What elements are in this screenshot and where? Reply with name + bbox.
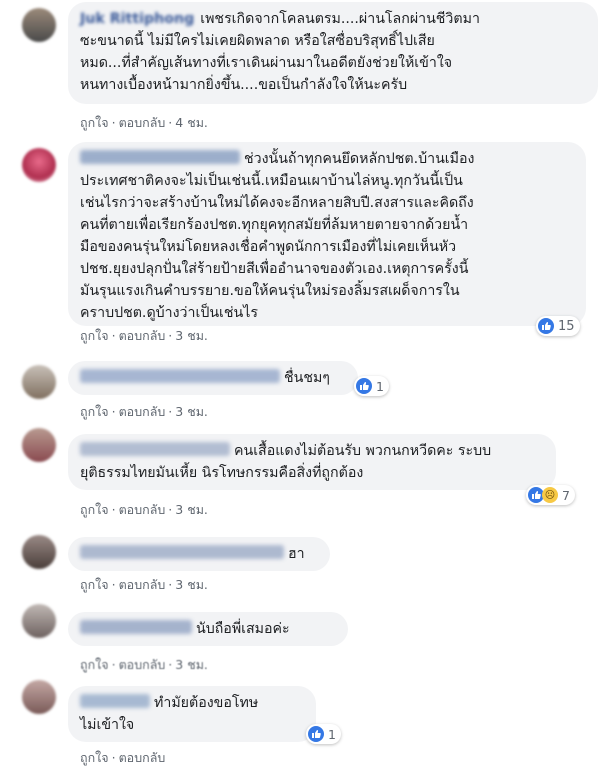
avatar[interactable] bbox=[22, 428, 56, 462]
comment-text: ฮา bbox=[288, 546, 305, 562]
reaction-count: 1 bbox=[376, 378, 384, 394]
avatar[interactable] bbox=[22, 604, 56, 638]
avatar[interactable] bbox=[22, 8, 56, 42]
like-link[interactable]: ถูกใจ bbox=[80, 577, 109, 592]
comment-bubble: คนเสื้อแดงไม่ต้อนรับ พวกนกหวีดคะ ระบบ ยุ… bbox=[68, 434, 556, 490]
comment-bubble: ทำมัยต้องขอโทษ ไม่เข้าใจ bbox=[68, 686, 316, 742]
reaction-count: 15 bbox=[558, 318, 575, 334]
comment-author[interactable] bbox=[80, 694, 150, 708]
comment-actions: ถูกใจ · ตอบกลับ · 4 ชม. bbox=[80, 115, 208, 130]
comment-text: ชื่นชมๆ bbox=[284, 370, 330, 386]
comment-time[interactable]: 3 ชม. bbox=[175, 404, 208, 419]
comment-time[interactable]: 3 ชม. bbox=[175, 577, 208, 592]
comment-time[interactable]: 4 ชม. bbox=[175, 115, 208, 130]
reply-link[interactable]: ตอบกลับ bbox=[119, 115, 166, 130]
comment-bubble: ฮา bbox=[68, 537, 330, 571]
reply-link[interactable]: ตอบกลับ bbox=[119, 577, 166, 592]
like-link[interactable]: ถูกใจ bbox=[80, 328, 109, 343]
comment-time[interactable]: 3 ชม. bbox=[175, 328, 208, 343]
comment-actions: ถูกใจ · ตอบกลับ · 3 ชม. bbox=[80, 404, 208, 419]
comment-time[interactable]: 3 ชม. bbox=[175, 502, 208, 517]
reaction-count: 1 bbox=[328, 726, 336, 742]
reply-link[interactable]: ตอบกลับ bbox=[119, 502, 166, 517]
comment-text: ช่วงนั้นถ้าทุกคนยึดหลักปชต.บ้านเมือง ประ… bbox=[80, 151, 475, 321]
comment-author[interactable] bbox=[80, 620, 192, 634]
comment-bubble: ชื่นชมๆ bbox=[68, 361, 358, 395]
reaction-count: 7 bbox=[562, 487, 570, 503]
like-icon bbox=[538, 318, 554, 334]
comment-actions: ถูกใจ · ตอบกลับ · 3 ชม. bbox=[80, 657, 208, 672]
comment-author[interactable] bbox=[80, 369, 280, 383]
comment-text: นับถือพี่เสมอค่ะ bbox=[196, 621, 290, 637]
reaction-summary[interactable]: ☹ 7 bbox=[526, 485, 575, 505]
comment-bubble: Juk Rittiphong เพชรเกิดจากโคลนตรม....ผ่าน… bbox=[68, 2, 598, 104]
comment-bubble: นับถือพี่เสมอค่ะ bbox=[68, 612, 348, 646]
reply-link[interactable]: ตอบกลับ bbox=[119, 328, 166, 343]
comment-bubble: ช่วงนั้นถ้าทุกคนยึดหลักปชต.บ้านเมือง ประ… bbox=[68, 142, 586, 326]
comment-author[interactable] bbox=[80, 150, 240, 164]
reaction-summary[interactable]: 1 bbox=[354, 376, 389, 396]
comment-actions: ถูกใจ · ตอบกลับ · 3 ชม. bbox=[80, 328, 208, 343]
comment-author[interactable] bbox=[80, 442, 230, 456]
like-link[interactable]: ถูกใจ bbox=[80, 115, 109, 130]
like-icon bbox=[356, 378, 372, 394]
like-link[interactable]: ถูกใจ bbox=[80, 404, 109, 419]
avatar[interactable] bbox=[22, 148, 56, 182]
like-link[interactable]: ถูกใจ bbox=[80, 502, 109, 517]
avatar[interactable] bbox=[22, 535, 56, 569]
comment-author[interactable]: Juk Rittiphong bbox=[80, 11, 194, 27]
reply-link[interactable]: ตอบกลับ bbox=[119, 404, 166, 419]
reaction-summary[interactable]: 15 bbox=[536, 316, 580, 336]
avatar[interactable] bbox=[22, 365, 56, 399]
sad-icon: ☹ bbox=[542, 487, 558, 503]
like-link[interactable]: ถูกใจ bbox=[80, 657, 109, 672]
like-icon bbox=[308, 726, 324, 742]
like-link[interactable]: ถูกใจ bbox=[80, 750, 109, 765]
reaction-summary[interactable]: 1 bbox=[306, 724, 341, 744]
comment-actions: ถูกใจ · ตอบกลับ bbox=[80, 750, 166, 765]
comment-time[interactable]: 3 ชม. bbox=[175, 657, 208, 672]
reply-link[interactable]: ตอบกลับ bbox=[119, 657, 166, 672]
comment-actions: ถูกใจ · ตอบกลับ · 3 ชม. bbox=[80, 502, 208, 517]
comment-actions: ถูกใจ · ตอบกลับ · 3 ชม. bbox=[80, 577, 208, 592]
comment-author[interactable] bbox=[80, 545, 284, 559]
avatar[interactable] bbox=[22, 680, 56, 714]
reply-link[interactable]: ตอบกลับ bbox=[119, 750, 166, 765]
